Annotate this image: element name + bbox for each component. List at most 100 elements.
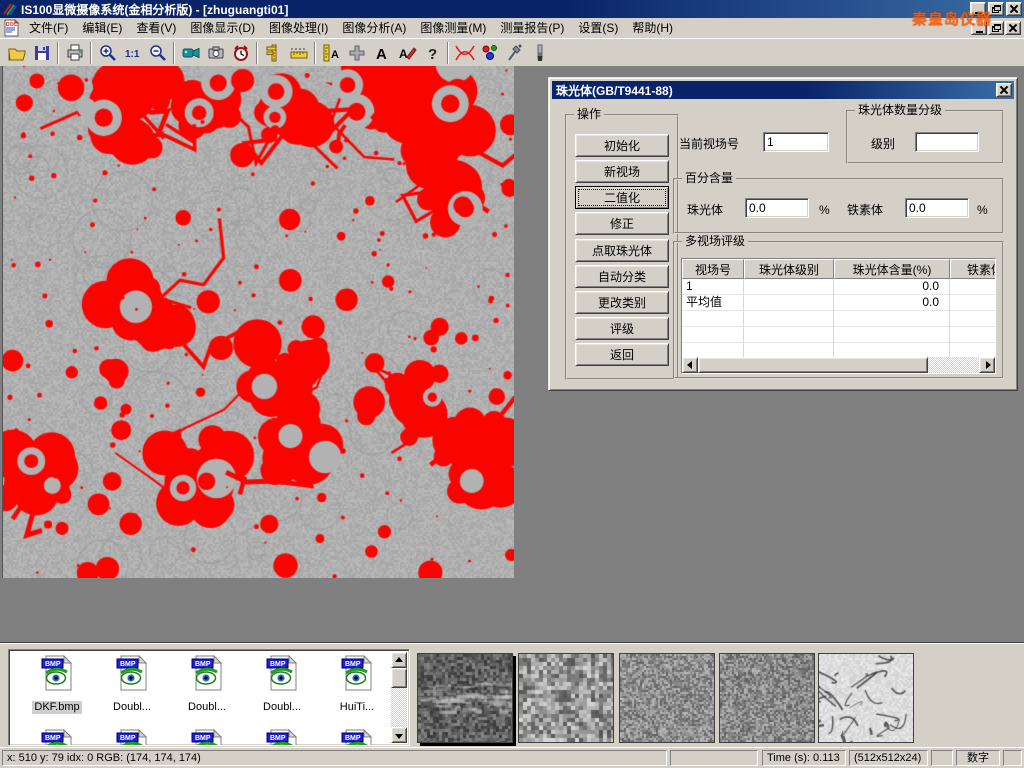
dialog-close-button[interactable] (996, 83, 1012, 97)
vscroll-thumb[interactable] (391, 668, 407, 688)
metallographic-image[interactable] (2, 66, 514, 578)
scroll-down-button[interactable] (391, 727, 407, 743)
grade-label: 级别 (871, 134, 895, 154)
timer-button[interactable] (228, 41, 253, 65)
thumbnail-4[interactable] (719, 653, 815, 743)
text-tool-button[interactable]: A (369, 41, 394, 65)
file-name[interactable]: HuiTi... (338, 701, 376, 714)
restore-button[interactable] (988, 2, 1004, 16)
measure-text-button[interactable]: A (319, 41, 344, 65)
file-item[interactable]: BMP DKF.bmp (23, 654, 91, 715)
file-item[interactable]: BMP Doubl... (98, 654, 166, 715)
menu-item-settings[interactable]: 设置(S) (571, 19, 625, 38)
print-button[interactable] (62, 41, 87, 65)
col-header-field[interactable]: 视场号 (682, 259, 744, 279)
file-item[interactable]: BMP Doubl... (248, 654, 316, 715)
pearlite-percent-input[interactable] (745, 198, 809, 218)
table-hscrollbar[interactable] (682, 357, 995, 373)
actual-size-button[interactable]: 1:1 (120, 41, 145, 65)
table-row[interactable]: 平均值 0.0 (682, 295, 995, 311)
file-name[interactable]: DKF.bmp (32, 701, 81, 714)
thumbnail-2[interactable] (518, 653, 614, 743)
open-button[interactable] (4, 41, 29, 65)
help-button[interactable]: ? (419, 41, 444, 65)
menu-item-image-display[interactable]: 图像显示(D) (183, 19, 262, 38)
file-name[interactable]: Doubl... (261, 701, 303, 714)
close-button[interactable] (1006, 2, 1022, 16)
col-header-content[interactable]: 珠光体含量(%) (834, 259, 950, 279)
file-name[interactable]: Doubl... (186, 701, 228, 714)
thumbnail-1[interactable] (417, 653, 513, 743)
change-class-button[interactable]: 更改类别 (575, 291, 669, 314)
mdi-minimize-button[interactable] (971, 21, 987, 35)
annotate-button[interactable]: A (394, 41, 419, 65)
marker-button[interactable] (344, 41, 369, 65)
save-button[interactable] (29, 41, 54, 65)
close-icon (1000, 86, 1008, 94)
caliper-button[interactable] (261, 41, 286, 65)
binarize-button[interactable]: 二值化 (575, 186, 669, 209)
table-row[interactable]: 1 0.0 (682, 279, 995, 295)
menu-item-image-process[interactable]: 图像处理(I) (262, 19, 335, 38)
file-item[interactable]: BMP (248, 728, 316, 746)
cell (744, 327, 834, 343)
col-header-grade[interactable]: 珠光体级别 (744, 259, 834, 279)
ferrite-percent-input[interactable] (905, 198, 969, 218)
auto-classify-button[interactable]: 自动分类 (575, 265, 669, 288)
menu-item-image-measure[interactable]: 图像测量(M) (413, 19, 493, 38)
table-row[interactable] (682, 311, 995, 327)
menu-item-report[interactable]: 测量报告(P) (493, 19, 571, 38)
file-item[interactable]: BMP HuiTi... (323, 654, 391, 715)
correct-button[interactable]: 修正 (575, 212, 669, 235)
thumbnail-3[interactable] (619, 653, 715, 743)
actual-size-label: 1:1 (125, 49, 140, 60)
curve-tool-button[interactable] (452, 41, 477, 65)
status-empty-panel (931, 750, 953, 766)
thumbnail-5[interactable] (818, 653, 914, 743)
status-empty-panel (1003, 750, 1022, 766)
new-field-button[interactable]: 新视场 (575, 160, 669, 183)
table-row[interactable] (682, 327, 995, 343)
cell (682, 311, 744, 327)
scroll-left-button[interactable] (682, 357, 698, 373)
menu-item-help[interactable]: 帮助(H) (625, 19, 680, 38)
current-view-input[interactable] (763, 132, 829, 152)
video-capture-button[interactable] (178, 41, 203, 65)
return-button[interactable]: 返回 (575, 343, 669, 366)
dialog-title-bar[interactable]: 珠光体(GB/T9441-88) (552, 81, 1014, 99)
menu-item-file[interactable]: 文件(F) (22, 19, 75, 38)
col-header-ferrite[interactable]: 铁素体 (950, 259, 996, 279)
file-item[interactable]: BMP (98, 728, 166, 746)
snapshot-button[interactable] (203, 41, 228, 65)
file-name[interactable]: Doubl... (111, 701, 153, 714)
particle-tool-button[interactable] (477, 41, 502, 65)
mdi-restore-button[interactable] (988, 21, 1004, 35)
file-list[interactable]: BMP DKF.bmp BMP Doubl... BMP Doubl... BM… (8, 649, 410, 746)
toolbar: 1:1 A A A ? (0, 38, 1024, 66)
svg-text:BMP: BMP (120, 735, 136, 742)
document-icon[interactable]: DOC (2, 19, 20, 37)
hscroll-thumb[interactable] (698, 357, 928, 373)
scroll-up-button[interactable] (391, 652, 407, 668)
mdi-close-button[interactable] (1005, 21, 1021, 35)
zoom-out-button[interactable] (145, 41, 170, 65)
scroll-right-button[interactable] (979, 357, 995, 373)
menu-item-edit[interactable]: 编辑(E) (75, 19, 129, 38)
initialize-button[interactable]: 初始化 (575, 134, 669, 157)
minimize-button[interactable] (970, 2, 986, 16)
cell (744, 295, 834, 311)
pick-pearlite-button[interactable]: 点取珠光体 (575, 239, 669, 262)
pipette-button[interactable] (502, 41, 527, 65)
ruler-button[interactable] (286, 41, 311, 65)
grade-input[interactable] (915, 132, 979, 152)
zoom-in-button[interactable] (95, 41, 120, 65)
brush-button[interactable] (527, 41, 552, 65)
file-item[interactable]: BMP (23, 728, 91, 746)
rate-button[interactable]: 评级 (575, 317, 669, 340)
menu-item-image-analysis[interactable]: 图像分析(A) (335, 19, 413, 38)
file-item[interactable]: BMP (323, 728, 391, 746)
file-item[interactable]: BMP (173, 728, 241, 746)
file-list-scrollbar[interactable] (391, 652, 407, 743)
file-item[interactable]: BMP Doubl... (173, 654, 241, 715)
menu-item-view[interactable]: 查看(V) (129, 19, 183, 38)
